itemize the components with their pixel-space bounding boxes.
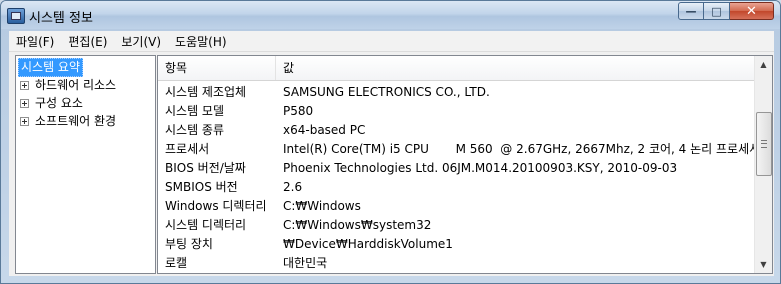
expand-plus-icon[interactable] bbox=[20, 117, 29, 126]
list-row[interactable]: Windows 디렉터리 C:₩Windows bbox=[158, 197, 754, 216]
row-item: Windows 디렉터리 bbox=[165, 199, 267, 213]
menu-edit[interactable]: 편집(E) bbox=[61, 33, 114, 50]
row-value: Phoenix Technologies Ltd. 06JM.M014.2010… bbox=[283, 161, 678, 175]
list-row[interactable]: 시스템 종류 x64-based PC bbox=[158, 121, 754, 140]
row-item: 시스템 종류 bbox=[165, 123, 225, 137]
client-area: 시스템 요약 하드웨어 리소스 구성 요소 소프트웨어 환경 항목 값 시스템 … bbox=[9, 52, 774, 276]
list-row[interactable]: 로캘 대한민국 bbox=[158, 254, 754, 273]
row-item: 시스템 디렉터리 bbox=[165, 218, 247, 232]
menu-bar: 파일(F) 편집(E) 보기(V) 도움말(H) bbox=[9, 31, 774, 52]
row-item: BIOS 버전/날짜 bbox=[165, 161, 246, 175]
list-row[interactable]: 프로세서 Intel(R) Core(TM) i5 CPU M 560 @ 2.6… bbox=[158, 140, 760, 159]
category-tree: 시스템 요약 하드웨어 리소스 구성 요소 소프트웨어 환경 bbox=[15, 55, 156, 274]
row-value: ₩Device₩HarddiskVolume1 bbox=[283, 237, 453, 251]
menu-help[interactable]: 도움말(H) bbox=[168, 33, 234, 50]
list-row[interactable]: 시스템 제조업체 SAMSUNG ELECTRONICS CO., LTD. bbox=[158, 83, 754, 102]
expand-plus-icon[interactable] bbox=[20, 99, 29, 108]
menu-view[interactable]: 보기(V) bbox=[114, 33, 168, 50]
grip-icon bbox=[761, 140, 767, 148]
system-info-app-icon bbox=[7, 8, 25, 24]
row-item: 시스템 제조업체 bbox=[165, 85, 247, 99]
row-value: C:₩Windows bbox=[283, 199, 361, 213]
scroll-up-arrow-icon[interactable]: ▲ bbox=[755, 56, 772, 73]
row-item: 부팅 장치 bbox=[165, 237, 213, 251]
system-info-window: 시스템 정보 — □ ✕ 파일(F) 편집(E) 보기(V) 도움말(H) 시스… bbox=[0, 0, 781, 284]
row-item: 프로세서 bbox=[165, 142, 210, 156]
close-button[interactable]: ✕ bbox=[730, 2, 774, 20]
minimize-button[interactable]: — bbox=[678, 2, 704, 20]
menu-file[interactable]: 파일(F) bbox=[9, 33, 61, 50]
tree-item-label: 하드웨어 리소스 bbox=[35, 78, 117, 92]
tree-item-software-environment[interactable]: 소프트웨어 환경 bbox=[20, 113, 116, 130]
expand-plus-icon[interactable] bbox=[20, 81, 29, 90]
details-list: 항목 값 시스템 제조업체 SAMSUNG ELECTRONICS CO., LT… bbox=[157, 55, 773, 274]
tree-item-hardware-resources[interactable]: 하드웨어 리소스 bbox=[20, 77, 116, 94]
list-header: 항목 값 bbox=[158, 56, 754, 81]
scrollbar-thumb[interactable] bbox=[756, 112, 772, 176]
scroll-down-arrow-icon[interactable]: ▼ bbox=[755, 256, 772, 273]
list-row[interactable]: SMBIOS 버전 2.6 bbox=[158, 178, 754, 197]
maximize-button[interactable]: □ bbox=[704, 2, 730, 20]
tree-item-components[interactable]: 구성 요소 bbox=[20, 95, 83, 112]
row-value: C:₩Windows₩system32 bbox=[283, 218, 432, 232]
row-item: 시스템 모델 bbox=[165, 104, 225, 118]
tree-item-label: 구성 요소 bbox=[35, 96, 83, 110]
list-row[interactable]: 부팅 장치 ₩Device₩HarddiskVolume1 bbox=[158, 235, 754, 254]
window-title: 시스템 정보 bbox=[29, 11, 93, 26]
tree-item-label: 소프트웨어 환경 bbox=[35, 114, 117, 128]
row-item: SMBIOS 버전 bbox=[165, 180, 238, 194]
title-bar[interactable]: 시스템 정보 — □ ✕ bbox=[1, 1, 780, 29]
list-row[interactable]: 시스템 모델 P580 bbox=[158, 102, 754, 121]
caption-buttons: — □ ✕ bbox=[678, 2, 774, 21]
list-row[interactable]: 시스템 디렉터리 C:₩Windows₩system32 bbox=[158, 216, 754, 235]
row-value: 2.6 bbox=[283, 180, 303, 194]
row-value: x64-based PC bbox=[283, 123, 366, 137]
list-rows: 시스템 제조업체 SAMSUNG ELECTRONICS CO., LTD. 시스… bbox=[158, 83, 760, 273]
row-item: 로캘 bbox=[165, 256, 188, 270]
row-value: Intel(R) Core(TM) i5 CPU M 560 @ 2.67GHz… bbox=[283, 142, 761, 156]
column-header-item[interactable]: 항목 bbox=[158, 56, 276, 80]
vertical-scrollbar[interactable]: ▲ ▼ bbox=[754, 56, 772, 273]
list-row[interactable]: BIOS 버전/날짜 Phoenix Technologies Ltd. 06JM… bbox=[158, 159, 754, 178]
row-value: 대한민국 bbox=[283, 256, 328, 270]
row-value: P580 bbox=[283, 104, 314, 118]
column-header-value[interactable]: 값 bbox=[276, 56, 754, 80]
row-value: SAMSUNG ELECTRONICS CO., LTD. bbox=[283, 85, 490, 99]
tree-item-system-summary[interactable]: 시스템 요약 bbox=[18, 58, 84, 77]
